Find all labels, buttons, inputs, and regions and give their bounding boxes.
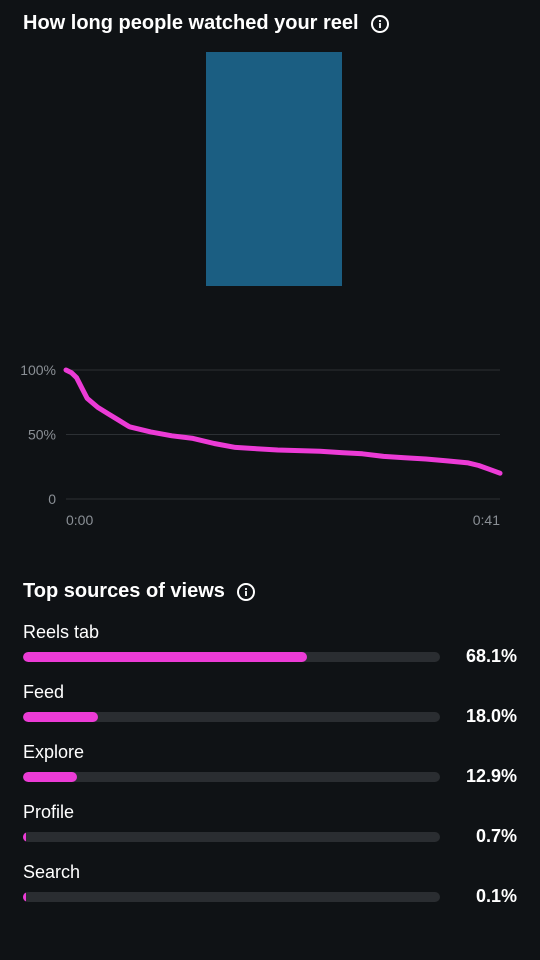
source-bar-track [23,832,440,842]
source-bar-track [23,772,440,782]
source-value: 18.0% [465,706,517,726]
source-value: 68.1% [465,646,517,666]
source-value: 12.9% [465,766,517,786]
source-row-explore: Explore 12.9% [23,742,523,802]
source-value: 0.1% [475,886,517,906]
source-bar-track [23,652,440,662]
watch-time-section-title: How long people watched your reel [23,12,389,35]
source-bar-fill [23,652,307,662]
info-icon[interactable] [370,14,389,33]
source-value: 0.7% [475,826,517,846]
source-label: Reels tab [23,622,100,642]
source-bar-track [23,712,440,722]
y-tick-label: 50% [28,427,56,443]
reel-insights-screen: How long people watched your reel 100% 50… [0,0,540,960]
source-label: Search [23,862,81,882]
source-bar-fill [23,712,99,722]
source-label: Feed [23,682,65,702]
source-bar-track [23,892,440,902]
source-label: Explore [23,742,85,762]
sources-title-text: Top sources of views [23,580,225,602]
reel-thumbnail[interactable] [206,52,342,286]
retention-chart: 100% 50% 0 0:00 0:41 [20,362,503,528]
y-tick-label: 100% [20,362,56,378]
x-tick-label: 0:00 [66,512,93,528]
source-row-reels-tab: Reels tab 68.1% [23,622,523,682]
source-row-feed: Feed 18.0% [23,682,523,742]
source-label: Profile [23,802,75,822]
y-tick-label: 0 [48,491,56,507]
source-bar-fill [23,832,26,842]
source-bar-fill [23,892,26,902]
source-row-profile: Profile 0.7% [23,802,523,862]
sources-section-title: Top sources of views [23,580,255,603]
x-tick-label: 0:41 [473,512,500,528]
watch-time-title-text: How long people watched your reel [23,12,359,34]
source-row-search: Search 0.1% [23,862,523,922]
info-icon[interactable] [236,582,255,601]
source-bar-fill [23,772,77,782]
retention-line [63,367,503,476]
